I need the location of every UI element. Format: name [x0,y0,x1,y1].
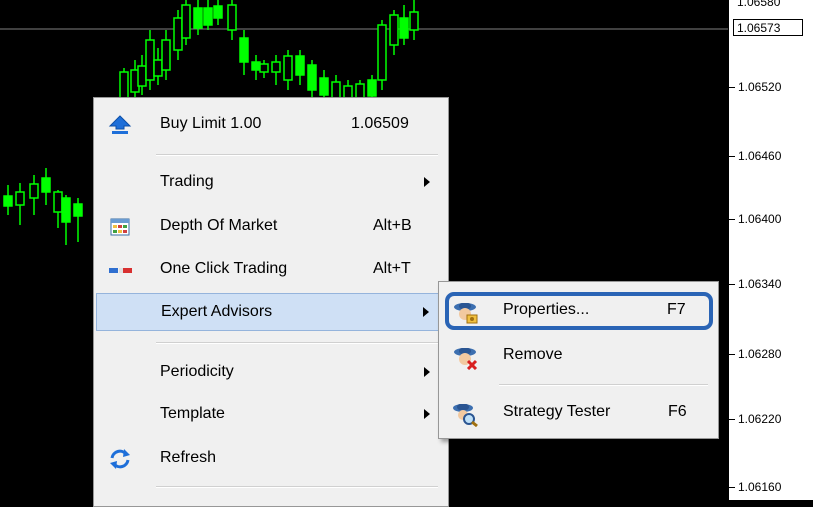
candle-body [193,7,203,29]
candle-body [389,14,399,46]
candle-body [73,203,83,217]
submenu-arrow-icon [423,307,429,317]
price-tick-label: 1.06160 [738,480,782,494]
menu-item-depth-of-market[interactable]: Depth Of Market Alt+B [96,208,446,246]
menu-item-one-click-trading[interactable]: One Click Trading Alt+T [96,251,446,289]
submenu-separator [499,384,708,386]
candle-body [259,63,269,73]
red-blue-bar-icon [108,259,132,281]
candle-body [227,4,237,31]
menu-item-label: Template [160,405,225,422]
submenu-arrow-icon [424,367,430,377]
price-tick-label: 1.06220 [738,412,782,426]
candle-body [3,195,13,207]
submenu-item-label: Strategy Tester [503,403,611,420]
candle-body [29,183,39,199]
menu-item-label: Refresh [160,449,217,466]
blue-up-arrow-icon [108,114,132,136]
menu-separator [156,342,438,344]
menu-item-label: Expert Advisors [161,303,273,320]
price-tick [729,487,735,488]
price-tick [729,419,735,420]
current-price-label: 1.06573 [733,19,803,36]
candle-body [61,197,71,223]
candle-body [367,79,377,97]
candle-body [213,5,223,19]
menu-item-price: 1.06509 [351,115,409,132]
candle-body [15,191,25,206]
menu-item-trading[interactable]: Trading [96,164,446,202]
price-axis-partial-label: 1.06580 [737,0,781,7]
candle-body [53,191,63,213]
properties-focus-highlight [445,292,713,330]
menu-item-shortcut: Alt+T [373,260,411,277]
candle-body [145,39,155,81]
candle-body [161,39,171,71]
candle-body [181,4,191,39]
candle-body [307,64,317,91]
price-tick-label: 1.06520 [738,80,782,94]
candle-body [283,55,293,81]
menu-item-template[interactable]: Template [96,396,446,434]
candle-body [377,24,387,81]
candle-body [271,61,281,73]
candle-body [137,65,147,87]
candle-body [41,177,51,193]
price-tick-label: 1.06280 [738,347,782,361]
price-tick [729,219,735,220]
submenu-item-label: Remove [503,346,563,363]
price-tick [729,87,735,88]
menu-separator [156,486,438,488]
submenu-item-shortcut: F6 [668,403,687,420]
menu-item-buy-limit[interactable]: Buy Limit 1.00 1.06509 [96,106,446,144]
candle-body [295,55,305,76]
candle-body [409,11,419,31]
submenu-arrow-icon [424,409,430,419]
menu-item-label: Depth Of Market [160,217,278,234]
submenu-item-remove[interactable]: Remove [441,337,716,375]
candle-body [173,17,183,51]
price-tick-label: 1.06460 [738,149,782,163]
submenu-item-strategy-tester[interactable]: Strategy Tester F6 [441,394,716,432]
price-tick [729,354,735,355]
price-tick [729,284,735,285]
price-tick-label: 1.06400 [738,212,782,226]
menu-item-periodicity[interactable]: Periodicity [96,354,446,392]
menu-separator [156,154,438,156]
menu-item-expert-advisors[interactable]: Expert Advisors [96,293,446,331]
price-axis[interactable]: 1.06580 1.06573 1.06520 1.06460 1.06400 … [728,0,813,500]
menu-item-label: Trading [160,173,214,190]
expert-remove-icon [451,344,479,371]
candle-body [319,77,329,96]
menu-item-label: One Click Trading [160,260,288,277]
chart-context-menu: Buy Limit 1.00 1.06509 Trading Depth Of … [93,97,449,507]
candle-body [203,7,213,26]
candle-body [239,37,249,63]
candle-body [119,71,129,99]
candle-body [399,17,409,39]
price-tick [729,156,735,157]
menu-item-label: Periodicity [160,363,234,380]
expert-magnifier-icon [451,401,479,428]
menu-item-label: Buy Limit 1.00 [160,115,262,132]
menu-item-refresh[interactable]: Refresh [96,440,446,478]
price-tick-label: 1.06340 [738,277,782,291]
table-grid-icon [108,216,132,238]
refresh-arrows-icon [108,448,132,470]
menu-item-shortcut: Alt+B [373,217,412,234]
candle-body [153,59,163,77]
expert-advisors-submenu: Properties... F7 Remove Strategy Tester … [438,281,719,439]
submenu-arrow-icon [424,177,430,187]
candle-body [251,61,261,71]
